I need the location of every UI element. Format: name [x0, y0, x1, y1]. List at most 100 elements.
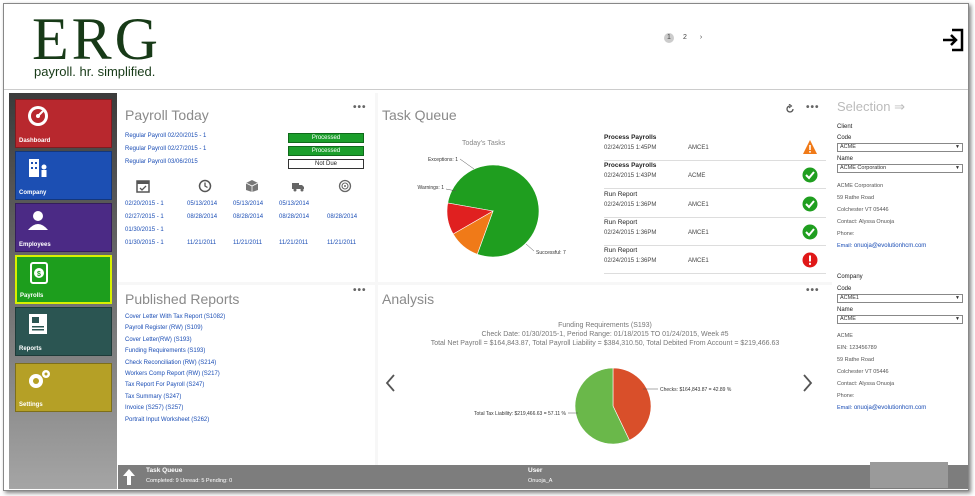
company-icon [29, 159, 47, 177]
logo: ERG payroll. hr. simplified. [32, 8, 161, 79]
company-info-line: EIN: 123456789 [837, 345, 877, 351]
sidebar-item-employees[interactable]: Employees [15, 203, 112, 252]
sidebar-item-settings[interactable]: Settings [15, 363, 112, 412]
company-email-label: Email: [837, 405, 853, 411]
report-link[interactable]: Payroll Register (RW) (S109) [125, 325, 203, 331]
client-info-line: Colchester VT 05446 [837, 207, 889, 213]
report-link[interactable]: Invoice (S257) (S257) [125, 405, 183, 411]
company-name-value: ACME [840, 316, 856, 322]
report-link[interactable]: Workers Comp Report (RW) (S217) [125, 371, 220, 377]
task-queue-label[interactable]: Task Queue [146, 467, 182, 474]
user-label: User [528, 467, 543, 474]
panel-menu-button[interactable]: ••• [353, 285, 367, 296]
sidebar-item-label: Dashboard [19, 138, 51, 144]
task-date: 02/24/2015 1:36PM [604, 258, 657, 264]
client-code-value: ACME [840, 144, 856, 150]
payroll-link[interactable]: Regular Payroll 03/06/2015 [125, 159, 198, 165]
panel-title: Payroll Today [125, 107, 209, 123]
client-email-link[interactable]: onuoja@evolutionhcm.com [854, 243, 926, 249]
task-list-item[interactable]: Run Report 02/24/2015 1:36PM AMCE1 [604, 246, 826, 274]
date-cell[interactable]: 08/28/2014 [187, 214, 217, 220]
clock-icon [198, 179, 212, 193]
sidebar-item-payrolls[interactable]: $ Payrolls [15, 255, 112, 304]
task-date: 02/24/2015 1:36PM [604, 202, 657, 208]
main-content: Payroll Today ••• Regular Payroll 02/20/… [118, 93, 832, 465]
task-title: Run Report [604, 191, 638, 198]
analysis-heading: Funding Requirements (S193) [558, 322, 652, 329]
company-email-row: Email: onuoja@evolutionhcm.com [837, 405, 926, 411]
truck-icon [292, 183, 304, 192]
panel-title: Analysis [382, 291, 435, 307]
task-list-item[interactable]: Run Report 02/24/2015 1:36PM AMCE1 [604, 218, 826, 246]
report-link[interactable]: Check Reconciliation (RW) (S214) [125, 360, 216, 366]
selection-title[interactable]: Selection ⇒ [837, 99, 905, 115]
sidebar-item-dashboard[interactable]: Dashboard [15, 99, 112, 148]
analysis-panel: Analysis ••• Funding Requirements (S193)… [378, 285, 832, 465]
leader-line [525, 243, 535, 252]
sidebar-item-label: Payrolls [20, 293, 44, 299]
company-email-link[interactable]: onuoja@evolutionhcm.com [854, 405, 926, 411]
chart-title: Today's Tasks [462, 140, 506, 147]
date-cell[interactable]: 05/13/2014 [233, 201, 263, 207]
report-link[interactable]: Cover Letter With Tax Report (S1082) [125, 314, 225, 320]
calendar-icon [136, 180, 150, 193]
company-label: Company [837, 274, 863, 280]
page-1[interactable]: 1 [664, 33, 674, 43]
panel-menu-button[interactable]: ••• [806, 285, 820, 296]
date-cell[interactable]: 05/13/2014 [279, 201, 309, 207]
report-link[interactable]: Tax Summary (S247) [125, 394, 181, 400]
refresh-icon[interactable] [785, 104, 795, 114]
client-name-label: Name [837, 156, 854, 162]
sidebar-item-reports[interactable]: Reports [15, 307, 112, 356]
date-cell[interactable]: 02/20/2015 - 1 [125, 201, 164, 207]
status-badge: Processed [288, 146, 364, 156]
company-code-label: Code [837, 286, 852, 292]
slice-label: Checks: $164,843.87 = 42.89 % [660, 387, 732, 393]
todays-tasks-pie: Successful: 7 Warnings: 1 Exceptions: 1 [418, 157, 566, 258]
report-link[interactable]: Cover Letter(RW) (S193) [125, 337, 192, 343]
client-code-label: Code [837, 135, 852, 141]
date-cell[interactable]: 02/27/2015 - 1 [125, 214, 164, 220]
company-code-select[interactable]: ACME1 ▼ [837, 294, 963, 303]
date-cell[interactable]: 08/28/2014 [327, 214, 357, 220]
client-info-line: Phone: [837, 231, 855, 237]
arrow-up-icon[interactable] [122, 468, 136, 486]
page-next[interactable]: › [696, 33, 706, 43]
slice-label: Warnings: 1 [418, 185, 445, 191]
date-cell[interactable]: 08/28/2014 [279, 214, 309, 220]
task-list-item[interactable]: Run Report 02/24/2015 1:36PM AMCE1 [604, 190, 826, 218]
logout-icon[interactable] [942, 28, 964, 52]
selection-panel: Selection ⇒ Client Code ACME ▼ Name ACME … [833, 93, 968, 465]
date-cell[interactable]: 11/21/2011 [233, 240, 262, 246]
sidebar-item-company[interactable]: Company [15, 151, 112, 200]
company-name-select[interactable]: ACME ▼ [837, 315, 963, 324]
date-cell[interactable]: 01/30/2015 - 1 [125, 240, 164, 246]
client-name-select[interactable]: ACME Corporation ▼ [837, 164, 963, 173]
panel-menu-button[interactable]: ••• [806, 102, 820, 113]
client-email-label: Email: [837, 243, 853, 249]
company-info-line: Phone: [837, 393, 855, 399]
report-link[interactable]: Tax Report For Payroll (S247) [125, 382, 204, 388]
client-name-value: ACME Corporation [840, 165, 887, 171]
slice-label: Exceptions: 1 [428, 157, 458, 163]
payroll-link[interactable]: Regular Payroll 02/20/2015 - 1 [125, 133, 206, 139]
company-info-line: Contact: Alyssa Onuoja [837, 381, 895, 387]
task-list-item[interactable]: Process Payrolls 02/24/2015 1:43PM ACME [604, 161, 826, 189]
date-cell[interactable]: 01/30/2015 - 1 [125, 227, 164, 233]
task-date: 02/24/2015 1:43PM [604, 173, 657, 179]
chevron-right-icon[interactable] [802, 373, 814, 393]
date-cell[interactable]: 11/21/2011 [327, 240, 356, 246]
task-list-item[interactable]: Process Payrolls 02/24/2015 1:45PM AMCE1 [604, 133, 826, 161]
success-check-icon [802, 196, 818, 212]
client-code-select[interactable]: ACME ▼ [837, 143, 963, 152]
date-cell[interactable]: 08/28/2014 [233, 214, 263, 220]
date-cell[interactable]: 11/21/2011 [187, 240, 216, 246]
page-2[interactable]: 2 [680, 33, 690, 43]
report-link[interactable]: Portrait Input Worksheet (S262) [125, 417, 209, 423]
chevron-left-icon[interactable] [384, 373, 396, 393]
date-cell[interactable]: 05/13/2014 [187, 201, 217, 207]
report-link[interactable]: Funding Requirements (S193) [125, 348, 205, 354]
payroll-link[interactable]: Regular Payroll 02/27/2015 - 1 [125, 146, 206, 152]
panel-menu-button[interactable]: ••• [353, 102, 367, 113]
date-cell[interactable]: 11/21/2011 [279, 240, 308, 246]
